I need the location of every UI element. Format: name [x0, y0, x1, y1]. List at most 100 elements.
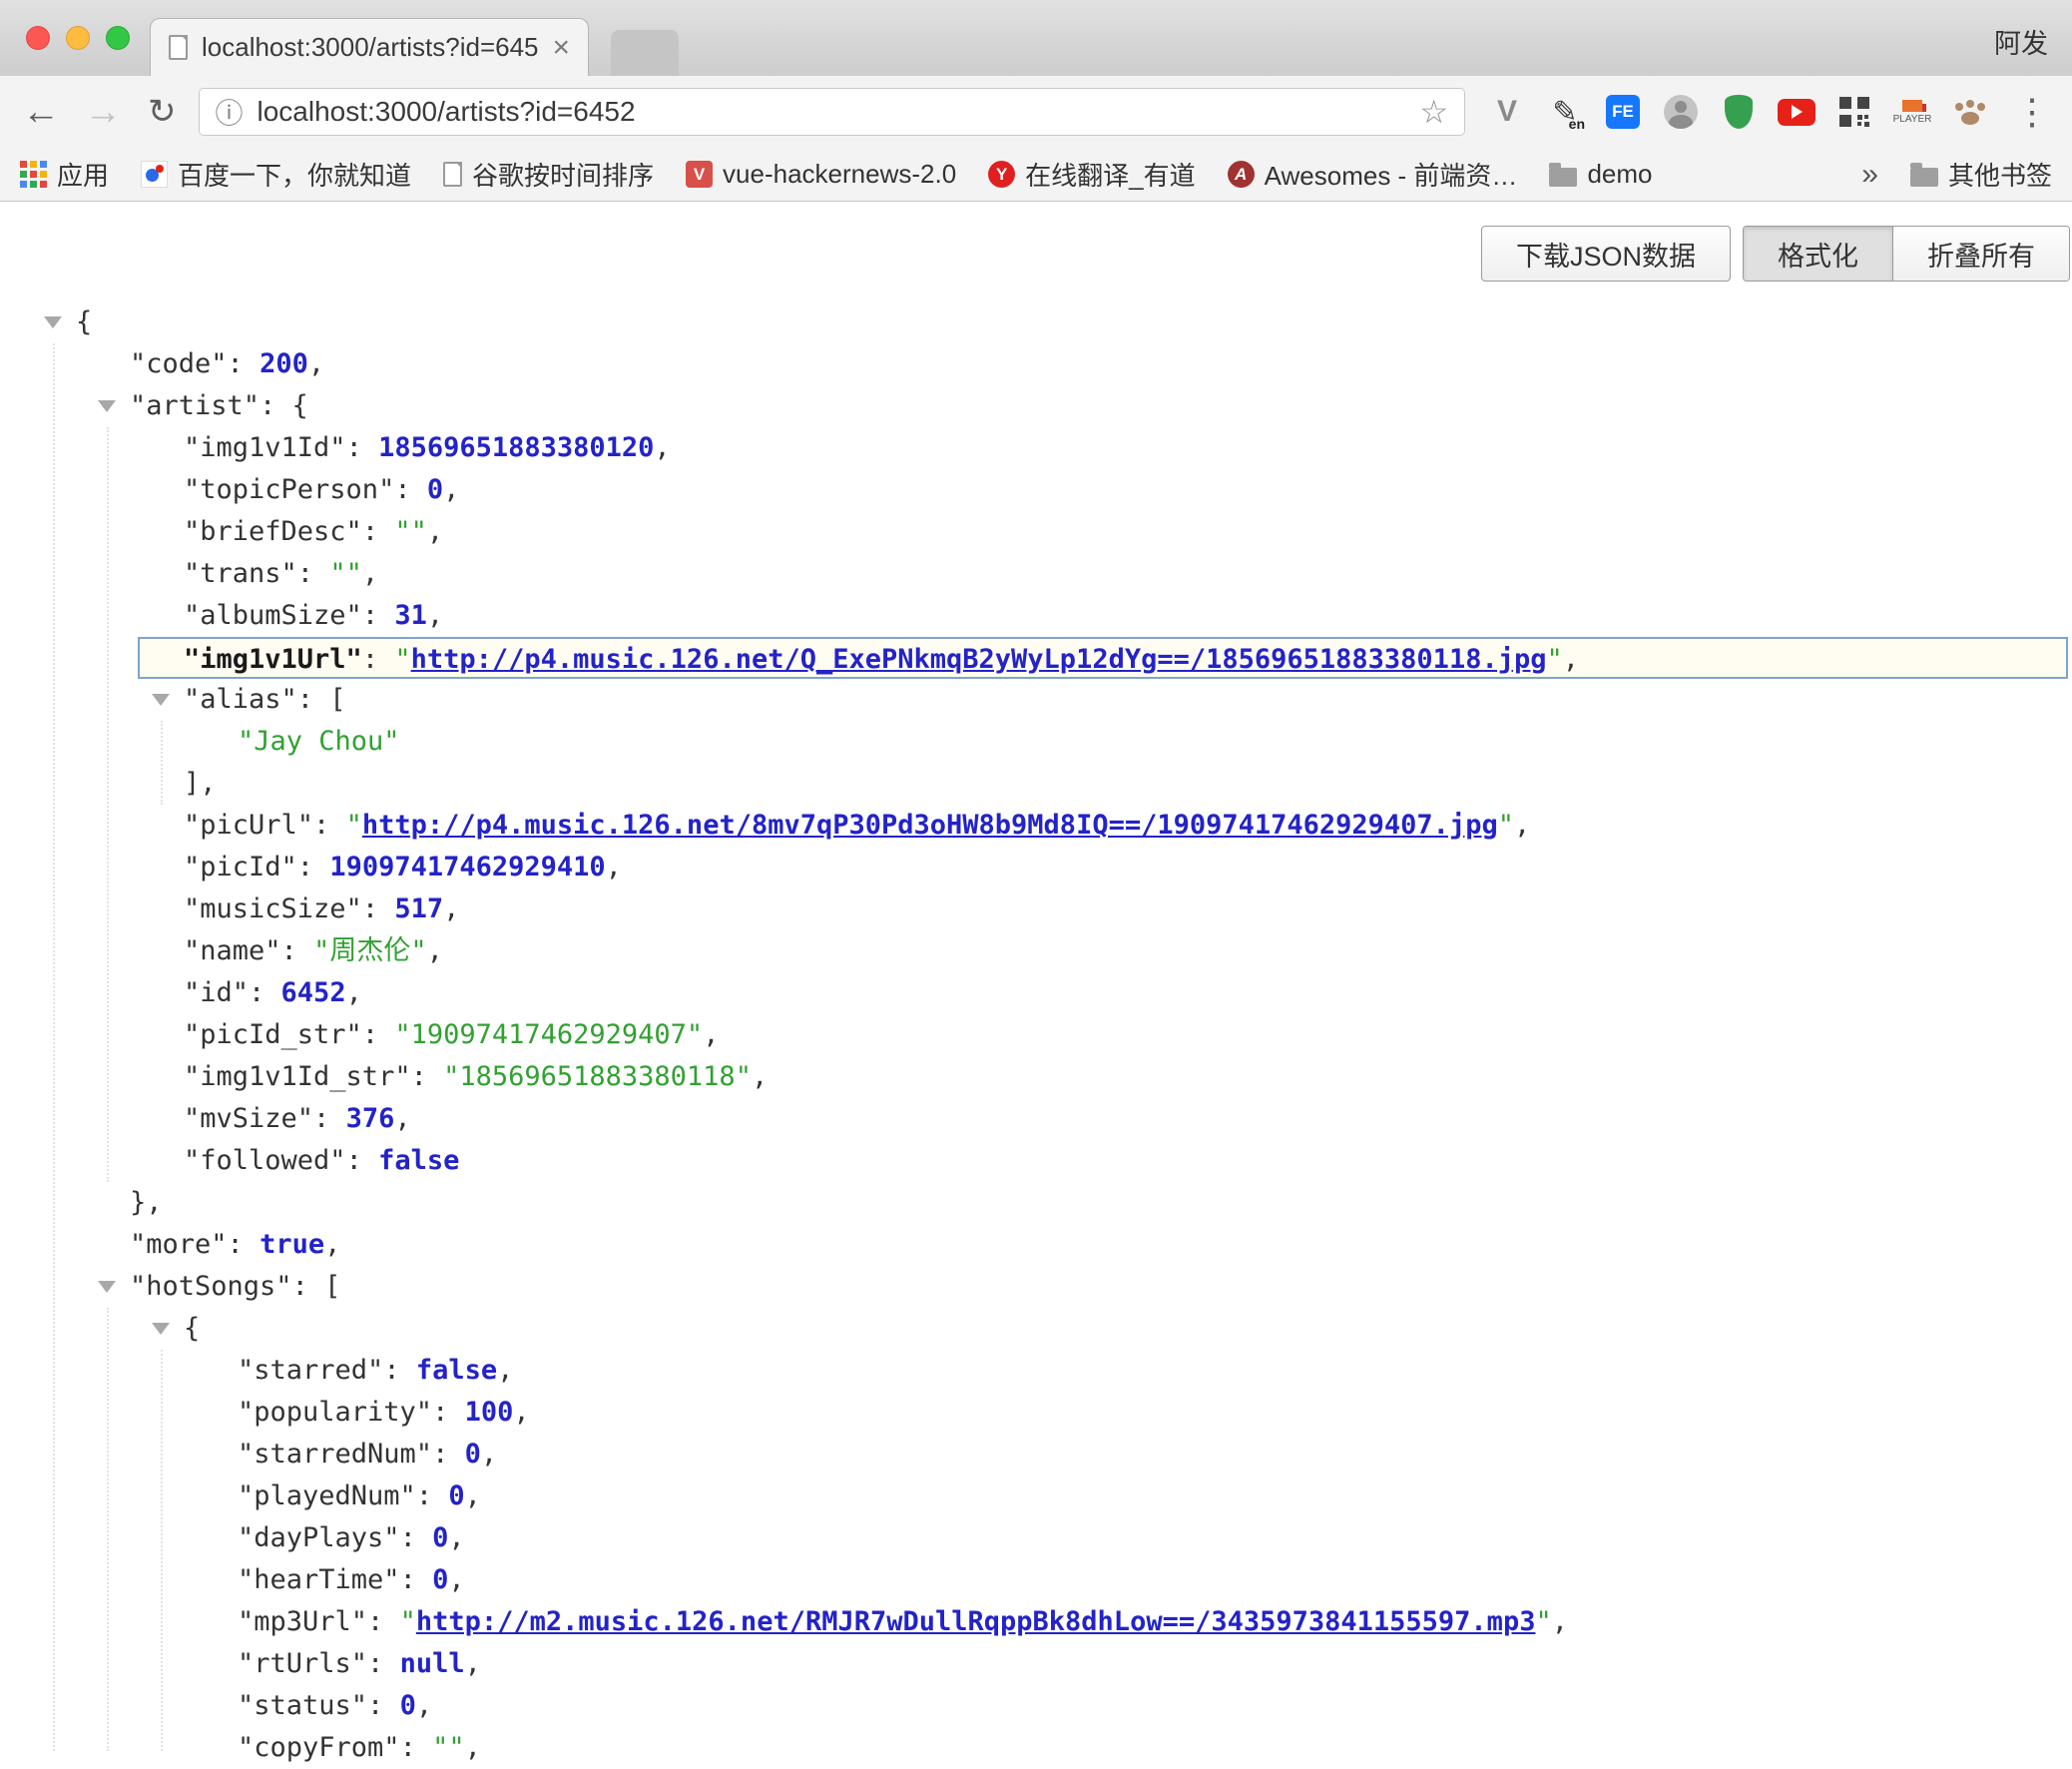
- player-label: PLAYER: [1893, 114, 1932, 125]
- json-token: ,: [448, 1522, 464, 1553]
- json-token: ,: [1563, 644, 1579, 675]
- json-line: "picUrl": "http://p4.music.126.net/8mv7q…: [0, 805, 2072, 847]
- json-token: :: [400, 1564, 433, 1595]
- view-mode-segmented-control: 格式化 折叠所有: [1743, 226, 2070, 282]
- json-line: "Jay Chou": [0, 721, 2072, 763]
- address-bar[interactable]: ⓘ localhost:3000/artists?id=6452 ☆: [199, 88, 1466, 136]
- json-token: null: [400, 1648, 465, 1679]
- json-token: "popularity": [238, 1397, 432, 1428]
- json-url-link[interactable]: http://p4.music.126.net/8mv7qP30Pd3oHW8b…: [362, 810, 1498, 841]
- url-text[interactable]: localhost:3000/artists?id=6452: [258, 96, 636, 128]
- forward-button[interactable]: →: [84, 91, 122, 134]
- qrcode-extension-icon[interactable]: [1834, 92, 1874, 132]
- json-token: 31: [394, 600, 427, 631]
- translate-extension-icon[interactable]: ✎ en: [1545, 92, 1585, 132]
- page-favicon-icon: [443, 162, 462, 187]
- json-line: "starred": false,: [0, 1350, 2072, 1392]
- json-token: :: [432, 1397, 465, 1428]
- bookmark-item-google-sort[interactable]: 谷歌按时间排序: [443, 156, 654, 193]
- json-token: ,: [752, 1061, 768, 1092]
- json-token: "alias": [184, 684, 297, 715]
- site-info-icon[interactable]: ⓘ: [216, 92, 244, 132]
- json-token: "playedNum": [238, 1480, 416, 1511]
- bookmark-label: 在线翻译_有道: [1025, 156, 1195, 193]
- json-token: :: [367, 1648, 400, 1679]
- json-token: :: [346, 432, 379, 463]
- window-controls: [26, 26, 130, 50]
- json-token: :: [400, 1732, 433, 1763]
- bookmark-star-icon[interactable]: ☆: [1419, 93, 1448, 131]
- paw-extension-icon[interactable]: [1950, 92, 1990, 132]
- tab-close-icon[interactable]: ×: [552, 33, 570, 63]
- json-token: :: [228, 348, 260, 379]
- collapse-toggle-icon[interactable]: [152, 1323, 170, 1335]
- json-line: "id": 6452,: [0, 972, 2072, 1014]
- youtube-extension-icon[interactable]: [1777, 92, 1816, 132]
- json-token: "18569651883380118": [443, 1061, 752, 1092]
- json-line: "img1v1Url": "http://p4.music.126.net/Q_…: [138, 637, 2068, 679]
- json-token: 19097417462929410: [329, 852, 605, 883]
- json-line: "copyFrom": "",: [0, 1727, 2072, 1769]
- window-zoom-button[interactable]: [106, 26, 130, 50]
- json-token: "img1v1Url": [184, 644, 362, 675]
- json-token: 376: [346, 1103, 395, 1134]
- collapse-toggle-icon[interactable]: [152, 694, 170, 706]
- bookmarks-overflow-icon[interactable]: »: [1861, 158, 1878, 192]
- collapse-toggle-icon[interactable]: [98, 400, 116, 412]
- json-line: },: [0, 1182, 2072, 1224]
- json-token: "": [394, 516, 427, 547]
- format-button[interactable]: 格式化: [1744, 227, 1892, 281]
- json-token: ,: [443, 474, 459, 505]
- json-token: 0: [465, 1439, 481, 1470]
- json-token: :: [362, 600, 395, 631]
- json-token: "19097417462929407": [394, 1019, 703, 1050]
- fe-extension-icon[interactable]: FE: [1603, 92, 1643, 132]
- vue-favicon: V: [686, 161, 713, 188]
- download-json-button[interactable]: 下载JSON数据: [1481, 226, 1731, 282]
- json-token: "": [329, 558, 362, 589]
- reload-button[interactable]: ↻: [148, 92, 177, 132]
- bookmark-item-apps[interactable]: 应用: [20, 156, 109, 193]
- json-token: ": [1546, 644, 1562, 675]
- back-button[interactable]: ←: [22, 91, 60, 134]
- json-token: : [: [297, 684, 346, 715]
- window-close-button[interactable]: [26, 26, 50, 50]
- json-url-link[interactable]: http://p4.music.126.net/Q_ExePNkmqB2yWyL…: [411, 644, 1547, 675]
- other-bookmarks-label: 其他书签: [1948, 156, 2052, 193]
- json-line: "name": "周杰伦",: [0, 930, 2072, 972]
- json-token: ,: [324, 1229, 340, 1260]
- json-token: ,: [465, 1480, 481, 1511]
- json-token: },: [130, 1187, 163, 1218]
- json-line: "mvSize": 376,: [0, 1098, 2072, 1140]
- json-token: "": [432, 1732, 465, 1763]
- vimium-extension-icon[interactable]: V: [1487, 92, 1527, 132]
- json-line: "musicSize": 517,: [0, 888, 2072, 930]
- json-token: ,: [427, 600, 443, 631]
- bookmark-item-vue-hackernews[interactable]: V vue-hackernews-2.0: [686, 159, 956, 190]
- json-token: "starredNum": [238, 1439, 432, 1470]
- tab-title: localhost:3000/artists?id=645: [202, 32, 538, 63]
- other-bookmarks-folder[interactable]: 其他书签: [1910, 156, 2052, 193]
- collapse-toggle-icon[interactable]: [44, 316, 62, 328]
- json-token: 6452: [281, 977, 346, 1008]
- awesomes-favicon: A: [1228, 161, 1255, 188]
- json-token: "id": [184, 977, 249, 1008]
- json-token: ,: [346, 977, 362, 1008]
- window-minimize-button[interactable]: [66, 26, 90, 50]
- new-tab-button[interactable]: [611, 30, 679, 76]
- shield-extension-icon[interactable]: [1719, 92, 1759, 132]
- chrome-menu-icon[interactable]: ⋮: [2014, 91, 2050, 133]
- bookmark-item-awesomes[interactable]: A Awesomes - 前端资…: [1228, 156, 1518, 193]
- bookmark-item-demo[interactable]: demo: [1549, 159, 1652, 190]
- json-url-link[interactable]: http://m2.music.126.net/RMJR7wDullRqppBk…: [416, 1606, 1536, 1637]
- bookmark-item-youdao[interactable]: Y 在线翻译_有道: [988, 156, 1195, 193]
- json-token: 0: [448, 1480, 464, 1511]
- collapse-toggle-icon[interactable]: [98, 1281, 116, 1293]
- player-extension-icon[interactable]: PLAYER: [1892, 92, 1932, 132]
- collapse-all-button[interactable]: 折叠所有: [1892, 227, 2069, 281]
- json-token: ,: [394, 1103, 410, 1134]
- profile-extension-icon[interactable]: [1661, 92, 1701, 132]
- bookmark-item-baidu[interactable]: 百度一下，你就知道: [141, 156, 411, 193]
- browser-tab[interactable]: localhost:3000/artists?id=645 ×: [150, 18, 589, 76]
- youtube-play-icon: [1778, 99, 1815, 126]
